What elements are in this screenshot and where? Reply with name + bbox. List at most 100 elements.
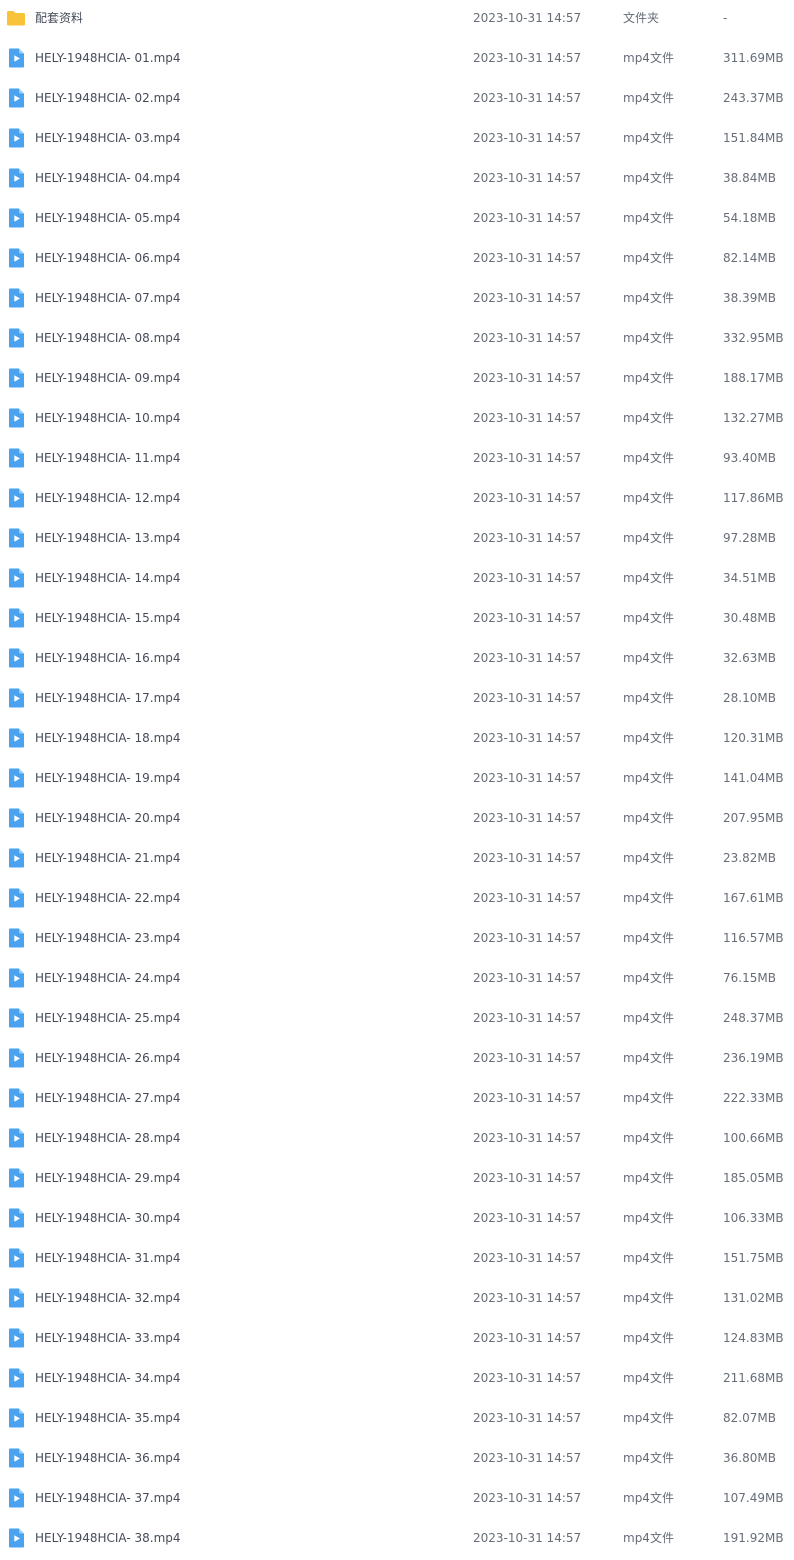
file-modified-date: 2023-10-31 14:57 [473, 1331, 582, 1345]
file-name[interactable]: HELY-1948HCIA- 26.mp4 [35, 1040, 181, 1077]
file-row[interactable]: HELY-1948HCIA- 33.mp4 2023-10-31 14:57 mp4… [0, 1320, 794, 1360]
file-name[interactable]: HELY-1948HCIA- 33.mp4 [35, 1320, 181, 1357]
file-name[interactable]: HELY-1948HCIA- 13.mp4 [35, 520, 181, 557]
file-name[interactable]: HELY-1948HCIA- 37.mp4 [35, 1480, 181, 1517]
file-row[interactable]: HELY-1948HCIA- 11.mp4 2023-10-31 14:57 mp4… [0, 440, 794, 480]
file-row[interactable]: HELY-1948HCIA- 35.mp4 2023-10-31 14:57 mp4… [0, 1400, 794, 1440]
file-name[interactable]: HELY-1948HCIA- 11.mp4 [35, 440, 181, 477]
file-row[interactable]: HELY-1948HCIA- 26.mp4 2023-10-31 14:57 mp4… [0, 1040, 794, 1080]
file-name[interactable]: HELY-1948HCIA- 19.mp4 [35, 760, 181, 797]
video-file-icon [6, 608, 26, 628]
file-row[interactable]: HELY-1948HCIA- 16.mp4 2023-10-31 14:57 mp4… [0, 640, 794, 680]
file-name[interactable]: HELY-1948HCIA- 10.mp4 [35, 400, 181, 437]
file-name[interactable]: HELY-1948HCIA- 17.mp4 [35, 680, 181, 717]
file-row[interactable]: HELY-1948HCIA- 17.mp4 2023-10-31 14:57 mp4… [0, 680, 794, 720]
file-row[interactable]: HELY-1948HCIA- 02.mp4 2023-10-31 14:57 mp4… [0, 80, 794, 120]
file-name[interactable]: HELY-1948HCIA- 07.mp4 [35, 280, 181, 317]
file-name[interactable]: 配套资料 [35, 0, 83, 37]
file-row[interactable]: HELY-1948HCIA- 30.mp4 2023-10-31 14:57 mp4… [0, 1200, 794, 1240]
file-type: mp4文件 [623, 1291, 674, 1305]
file-name[interactable]: HELY-1948HCIA- 27.mp4 [35, 1080, 181, 1117]
file-modified-date: 2023-10-31 14:57 [473, 1371, 582, 1385]
file-size: 34.51MB [723, 571, 776, 585]
file-name[interactable]: HELY-1948HCIA- 29.mp4 [35, 1160, 181, 1197]
file-type: mp4文件 [623, 51, 674, 65]
file-name[interactable]: HELY-1948HCIA- 01.mp4 [35, 40, 181, 77]
file-row[interactable]: HELY-1948HCIA- 22.mp4 2023-10-31 14:57 mp4… [0, 880, 794, 920]
video-file-icon [6, 888, 26, 908]
file-row[interactable]: HELY-1948HCIA- 38.mp4 2023-10-31 14:57 mp4… [0, 1520, 794, 1560]
file-row[interactable]: HELY-1948HCIA- 07.mp4 2023-10-31 14:57 mp4… [0, 280, 794, 320]
file-name[interactable]: HELY-1948HCIA- 22.mp4 [35, 880, 181, 917]
file-name[interactable]: HELY-1948HCIA- 21.mp4 [35, 840, 181, 877]
file-row[interactable]: HELY-1948HCIA- 03.mp4 2023-10-31 14:57 mp4… [0, 120, 794, 160]
file-type: mp4文件 [623, 851, 674, 865]
file-size: 82.07MB [723, 1411, 776, 1425]
file-row[interactable]: HELY-1948HCIA- 23.mp4 2023-10-31 14:57 mp4… [0, 920, 794, 960]
file-row[interactable]: HELY-1948HCIA- 34.mp4 2023-10-31 14:57 mp4… [0, 1360, 794, 1400]
file-name[interactable]: HELY-1948HCIA- 23.mp4 [35, 920, 181, 957]
file-row[interactable]: HELY-1948HCIA- 14.mp4 2023-10-31 14:57 mp4… [0, 560, 794, 600]
file-name[interactable]: HELY-1948HCIA- 18.mp4 [35, 720, 181, 757]
file-row[interactable]: HELY-1948HCIA- 01.mp4 2023-10-31 14:57 mp4… [0, 40, 794, 80]
file-row[interactable]: HELY-1948HCIA- 20.mp4 2023-10-31 14:57 mp4… [0, 800, 794, 840]
file-row[interactable]: HELY-1948HCIA- 29.mp4 2023-10-31 14:57 mp4… [0, 1160, 794, 1200]
file-type: mp4文件 [623, 211, 674, 225]
file-name[interactable]: HELY-1948HCIA- 09.mp4 [35, 360, 181, 397]
file-name[interactable]: HELY-1948HCIA- 34.mp4 [35, 1360, 181, 1397]
file-row[interactable]: HELY-1948HCIA- 21.mp4 2023-10-31 14:57 mp4… [0, 840, 794, 880]
file-row[interactable]: HELY-1948HCIA- 37.mp4 2023-10-31 14:57 mp4… [0, 1480, 794, 1520]
file-row[interactable]: HELY-1948HCIA- 24.mp4 2023-10-31 14:57 mp4… [0, 960, 794, 1000]
file-row[interactable]: HELY-1948HCIA- 25.mp4 2023-10-31 14:57 mp4… [0, 1000, 794, 1040]
file-name[interactable]: HELY-1948HCIA- 12.mp4 [35, 480, 181, 517]
file-name[interactable]: HELY-1948HCIA- 03.mp4 [35, 120, 181, 157]
file-row[interactable]: HELY-1948HCIA- 31.mp4 2023-10-31 14:57 mp4… [0, 1240, 794, 1280]
file-row[interactable]: HELY-1948HCIA- 08.mp4 2023-10-31 14:57 mp4… [0, 320, 794, 360]
folder-row[interactable]: 配套资料 2023-10-31 14:57 文件夹 - [0, 0, 794, 40]
file-size: 38.84MB [723, 171, 776, 185]
file-name[interactable]: HELY-1948HCIA- 16.mp4 [35, 640, 181, 677]
file-name[interactable]: HELY-1948HCIA- 02.mp4 [35, 80, 181, 117]
file-row[interactable]: HELY-1948HCIA- 06.mp4 2023-10-31 14:57 mp4… [0, 240, 794, 280]
file-row[interactable]: HELY-1948HCIA- 28.mp4 2023-10-31 14:57 mp4… [0, 1120, 794, 1160]
file-row[interactable]: HELY-1948HCIA- 15.mp4 2023-10-31 14:57 mp4… [0, 600, 794, 640]
file-modified-date: 2023-10-31 14:57 [473, 731, 582, 745]
file-name[interactable]: HELY-1948HCIA- 35.mp4 [35, 1400, 181, 1437]
file-name[interactable]: HELY-1948HCIA- 38.mp4 [35, 1520, 181, 1557]
file-modified-date: 2023-10-31 14:57 [473, 1451, 582, 1465]
file-row[interactable]: HELY-1948HCIA- 04.mp4 2023-10-31 14:57 mp4… [0, 160, 794, 200]
file-type: mp4文件 [623, 1411, 674, 1425]
file-name[interactable]: HELY-1948HCIA- 06.mp4 [35, 240, 181, 277]
file-type: mp4文件 [623, 771, 674, 785]
file-row[interactable]: HELY-1948HCIA- 36.mp4 2023-10-31 14:57 mp4… [0, 1440, 794, 1480]
file-type: mp4文件 [623, 1491, 674, 1505]
file-name[interactable]: HELY-1948HCIA- 14.mp4 [35, 560, 181, 597]
file-name[interactable]: HELY-1948HCIA- 20.mp4 [35, 800, 181, 837]
file-name[interactable]: HELY-1948HCIA- 15.mp4 [35, 600, 181, 637]
video-file-icon [6, 208, 26, 228]
file-name[interactable]: HELY-1948HCIA- 25.mp4 [35, 1000, 181, 1037]
file-name[interactable]: HELY-1948HCIA- 31.mp4 [35, 1240, 181, 1277]
file-row[interactable]: HELY-1948HCIA- 18.mp4 2023-10-31 14:57 mp4… [0, 720, 794, 760]
file-name[interactable]: HELY-1948HCIA- 36.mp4 [35, 1440, 181, 1477]
file-row[interactable]: HELY-1948HCIA- 32.mp4 2023-10-31 14:57 mp4… [0, 1280, 794, 1320]
file-name[interactable]: HELY-1948HCIA- 32.mp4 [35, 1280, 181, 1317]
file-name[interactable]: HELY-1948HCIA- 30.mp4 [35, 1200, 181, 1237]
file-row[interactable]: HELY-1948HCIA- 05.mp4 2023-10-31 14:57 mp4… [0, 200, 794, 240]
file-name[interactable]: HELY-1948HCIA- 05.mp4 [35, 200, 181, 237]
file-row[interactable]: HELY-1948HCIA- 10.mp4 2023-10-31 14:57 mp4… [0, 400, 794, 440]
file-modified-date: 2023-10-31 14:57 [473, 171, 582, 185]
file-row[interactable]: HELY-1948HCIA- 09.mp4 2023-10-31 14:57 mp4… [0, 360, 794, 400]
file-name[interactable]: HELY-1948HCIA- 04.mp4 [35, 160, 181, 197]
file-type: mp4文件 [623, 971, 674, 985]
file-name[interactable]: HELY-1948HCIA- 28.mp4 [35, 1120, 181, 1157]
file-row[interactable]: HELY-1948HCIA- 12.mp4 2023-10-31 14:57 mp4… [0, 480, 794, 520]
video-file-icon [6, 768, 26, 788]
file-name[interactable]: HELY-1948HCIA- 08.mp4 [35, 320, 181, 357]
file-row[interactable]: HELY-1948HCIA- 19.mp4 2023-10-31 14:57 mp4… [0, 760, 794, 800]
file-type: mp4文件 [623, 1331, 674, 1345]
file-row[interactable]: HELY-1948HCIA- 27.mp4 2023-10-31 14:57 mp4… [0, 1080, 794, 1120]
file-row[interactable]: HELY-1948HCIA- 13.mp4 2023-10-31 14:57 mp4… [0, 520, 794, 560]
file-name[interactable]: HELY-1948HCIA- 24.mp4 [35, 960, 181, 997]
file-size: 222.33MB [723, 1091, 784, 1105]
